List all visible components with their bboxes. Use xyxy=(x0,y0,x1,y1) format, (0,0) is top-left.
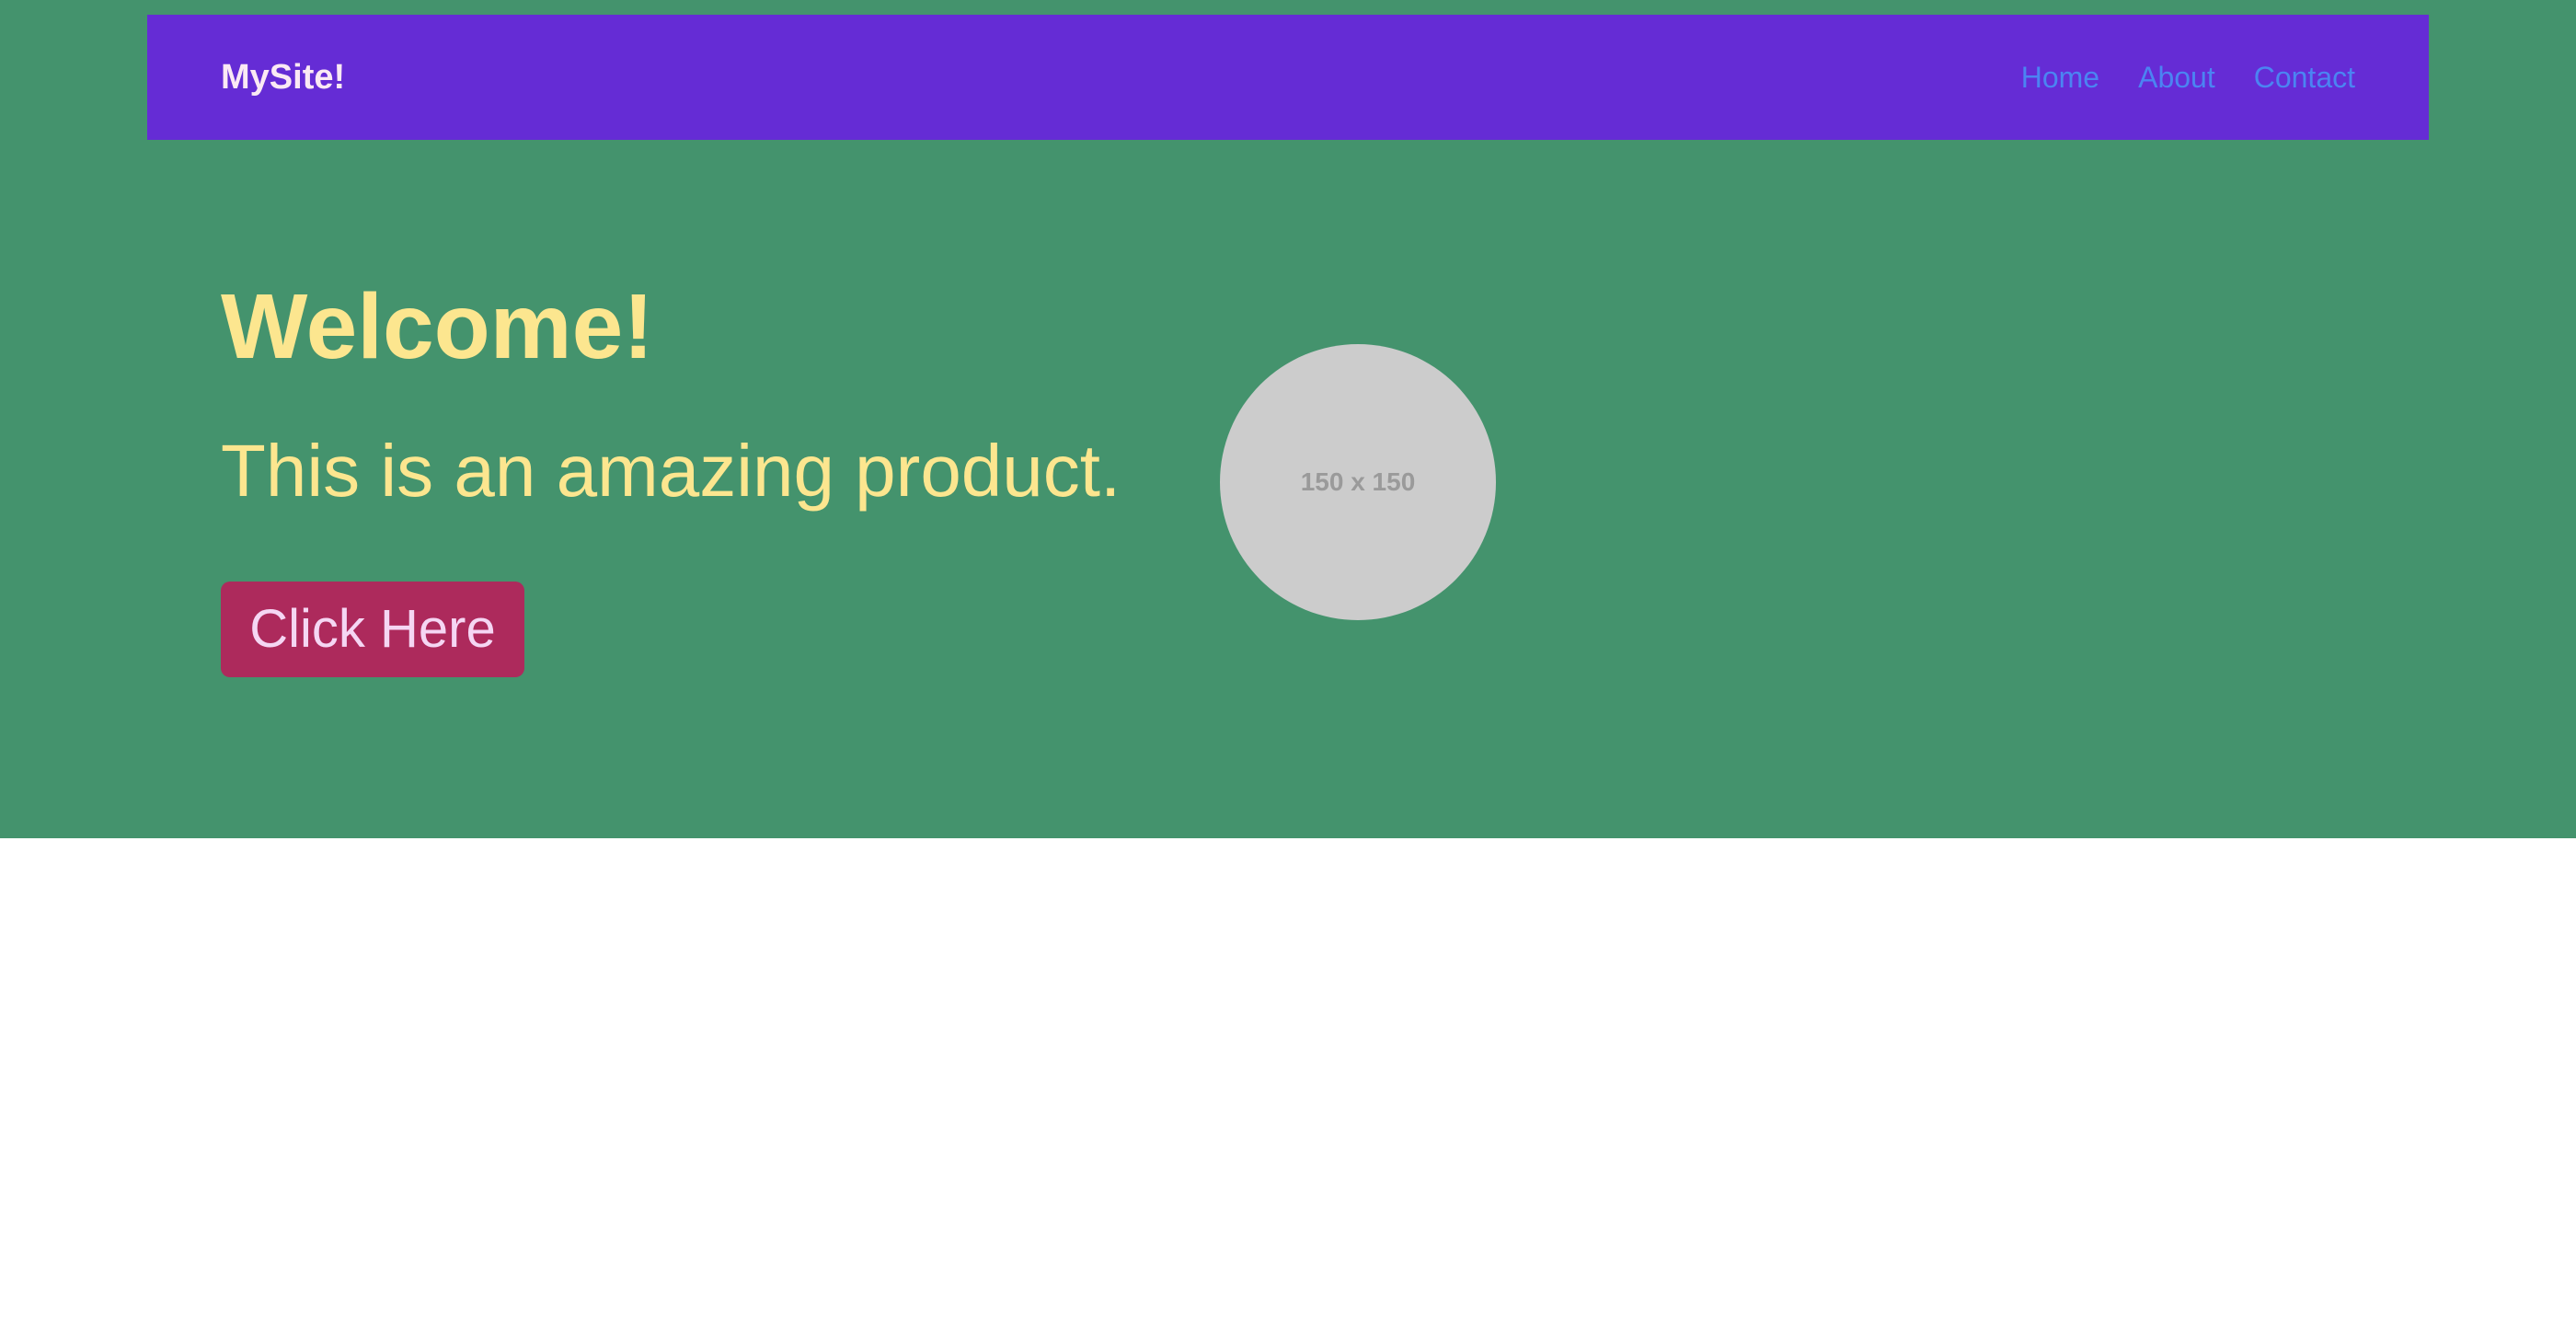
nav-link-home[interactable]: Home xyxy=(2021,61,2099,95)
hero-section: MySite! Home About Contact Welcome! This… xyxy=(0,0,2576,838)
nav-link-contact[interactable]: Contact xyxy=(2254,61,2355,95)
nav-links: Home About Contact xyxy=(2021,15,2355,140)
site-brand[interactable]: MySite! xyxy=(221,15,345,140)
hero-title: Welcome! xyxy=(221,275,654,378)
nav-link-about[interactable]: About xyxy=(2138,61,2215,95)
placeholder-image-label: 150 x 150 xyxy=(1300,467,1416,496)
placeholder-image: 150 x 150 xyxy=(1220,344,1496,620)
navbar: MySite! Home About Contact xyxy=(147,15,2429,140)
hero-subtitle: This is an amazing product. xyxy=(221,430,1121,512)
click-here-button[interactable]: Click Here xyxy=(221,582,524,677)
